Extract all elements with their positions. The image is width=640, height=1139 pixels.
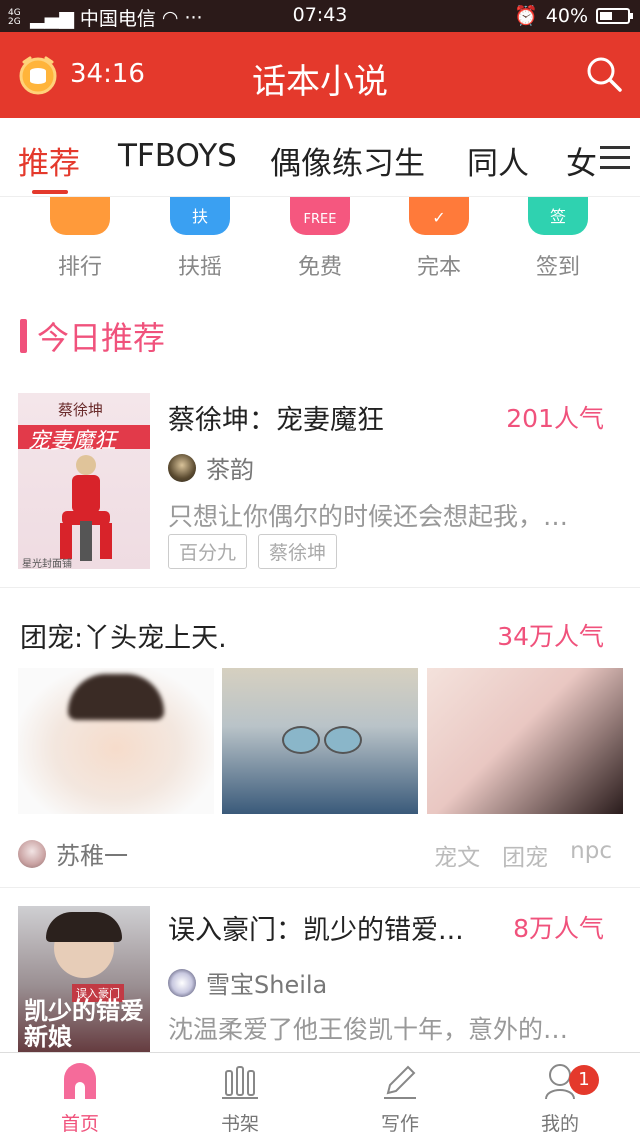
nav-home[interactable]: 首页 — [40, 1061, 120, 1136]
book-tag[interactable]: 宠文 — [434, 838, 480, 872]
menu-icon[interactable] — [598, 140, 632, 174]
book-card-1[interactable]: 蔡徐坤 宠妻魔狂 星光封面铺 蔡徐坤：宠妻魔狂 201人气 茶韵 只想让你偶尔的… — [0, 380, 640, 586]
bottom-nav: 首页 书架 写作 我的 1 — [0, 1052, 640, 1139]
fuyao-icon: 扶 — [170, 197, 230, 235]
tab-idol-trainee[interactable]: 偶像练习生 — [270, 138, 425, 183]
book-popularity: 8万人气 — [513, 914, 604, 943]
fuyao-glyph: 扶 — [191, 207, 208, 226]
tab-fanfic[interactable]: 同人 — [467, 138, 529, 183]
quick-link-label: 排行 — [57, 255, 102, 280]
book-cover[interactable]: 蔡徐坤 宠妻魔狂 星光封面铺 — [18, 393, 150, 569]
notification-badge: 1 — [569, 1065, 599, 1095]
book-tag[interactable]: 团宠 — [502, 838, 548, 872]
quick-link-checkin[interactable]: 签 签到 — [518, 197, 598, 281]
book-author[interactable]: 茶韵 — [168, 450, 254, 485]
alarm-icon: ⏰ — [514, 5, 538, 27]
checkin-glyph: 签 — [549, 207, 566, 226]
book-description: 沈温柔爱了他王俊凯十年，意外的… — [168, 1015, 569, 1044]
book-tag[interactable]: npc — [570, 838, 612, 872]
author-name: 苏稚一 — [56, 842, 128, 870]
check-icon: ✓ — [409, 197, 469, 235]
free-glyph: FREE — [303, 212, 337, 227]
cover-title-text: 凯少的错爱新娘 — [24, 997, 144, 1051]
quick-link-free[interactable]: FREE 免费 — [280, 197, 360, 281]
book-author[interactable]: 雪宝Sheila — [168, 965, 327, 1000]
author-avatar — [168, 453, 196, 482]
author-name: 茶韵 — [206, 456, 254, 484]
quick-link-label: 扶摇 — [177, 255, 222, 280]
home-icon — [64, 1063, 96, 1099]
author-avatar — [18, 839, 46, 868]
free-icon: FREE — [290, 197, 350, 235]
nav-label: 我的 — [540, 1113, 579, 1135]
cover-figure — [60, 455, 112, 561]
book-author[interactable]: 苏稚一 — [18, 836, 128, 871]
pen-icon — [384, 1065, 416, 1099]
category-tabs: 推荐 TFBOYS 偶像练习生 同人 女 — [0, 118, 640, 197]
book-image-2[interactable] — [222, 668, 418, 814]
nav-profile[interactable]: 我的 1 — [520, 1061, 600, 1136]
book-tag[interactable]: 百分九 — [168, 534, 248, 569]
nav-label: 书架 — [220, 1113, 259, 1135]
battery-icon — [596, 7, 633, 24]
battery-percent: 40% — [545, 4, 588, 27]
quick-links: 排行 扶 扶摇 FREE 免费 ✓ 完本 签 签到 — [0, 197, 640, 289]
nav-label: 写作 — [380, 1113, 419, 1135]
nav-write[interactable]: 写作 — [360, 1061, 440, 1136]
bookshelf-icon — [222, 1066, 258, 1099]
active-tab-indicator — [32, 190, 68, 194]
tab-female[interactable]: 女 — [566, 138, 597, 183]
search-icon[interactable] — [584, 54, 624, 94]
quick-link-ranking[interactable]: 排行 — [40, 197, 120, 281]
book-image-3[interactable] — [427, 668, 623, 814]
book-description: 只想让你偶尔的时候还会想起我，… — [168, 502, 569, 531]
quick-link-label: 免费 — [297, 255, 342, 280]
author-avatar — [168, 968, 196, 997]
quick-link-label: 签到 — [535, 255, 580, 280]
app-title: 话本小说 — [252, 62, 388, 102]
book-popularity: 201人气 — [506, 404, 604, 433]
cover-hair — [46, 912, 122, 942]
book-tags: 宠文 团宠 npc — [434, 838, 612, 872]
trophy-icon — [50, 197, 110, 235]
checkin-icon: 签 — [528, 197, 588, 235]
nav-bookshelf[interactable]: 书架 — [200, 1061, 280, 1136]
sunglasses-left — [282, 726, 320, 754]
book-image-1[interactable] — [18, 668, 214, 814]
tab-recommend[interactable]: 推荐 — [18, 138, 80, 183]
book-title[interactable]: 误入豪门：凯少的错爱... — [168, 908, 464, 947]
status-bar: 4G 2G ▂▄▆ 中国电信 ◠ ··· 07:43 ⏰ 40% — [0, 0, 640, 32]
nav-label: 首页 — [60, 1113, 99, 1135]
book-card-3[interactable]: 误入豪门 凯少的错爱新娘 误入豪门：凯少的错爱... 8万人气 雪宝Sheila… — [0, 888, 640, 1052]
book-title[interactable]: 蔡徐坤：宠妻魔狂 — [168, 398, 384, 437]
quick-link-completed[interactable]: ✓ 完本 — [399, 197, 479, 281]
book-title[interactable]: 团宠:丫头宠上天. — [20, 616, 227, 655]
cover-top-text: 蔡徐坤 — [58, 401, 104, 419]
book-card-2[interactable]: 团宠:丫头宠上天. 34万人气 苏稚一 宠文 团宠 npc — [0, 588, 640, 886]
status-right: ⏰ 40% — [514, 4, 633, 27]
app-header: 34:16 话本小说 — [0, 32, 640, 118]
book-cover[interactable]: 误入豪门 凯少的错爱新娘 — [18, 906, 150, 1052]
book-tags: 百分九 蔡徐坤 — [168, 534, 343, 569]
section-title-text: 今日推荐 — [37, 319, 166, 357]
book-tag[interactable]: 蔡徐坤 — [258, 534, 338, 569]
quick-link-label: 完本 — [416, 255, 461, 280]
cover-corner-text: 星光封面铺 — [22, 559, 72, 569]
book-popularity: 34万人气 — [497, 622, 604, 651]
quick-link-fuyao[interactable]: 扶 扶摇 — [160, 197, 240, 281]
section-title-bar — [20, 319, 27, 353]
sunglasses-right — [324, 726, 362, 754]
hair-shape — [68, 674, 164, 720]
check-glyph: ✓ — [432, 208, 446, 227]
author-name: 雪宝Sheila — [206, 971, 328, 999]
tab-tfboys[interactable]: TFBOYS — [118, 138, 237, 174]
section-title: 今日推荐 — [20, 313, 165, 359]
